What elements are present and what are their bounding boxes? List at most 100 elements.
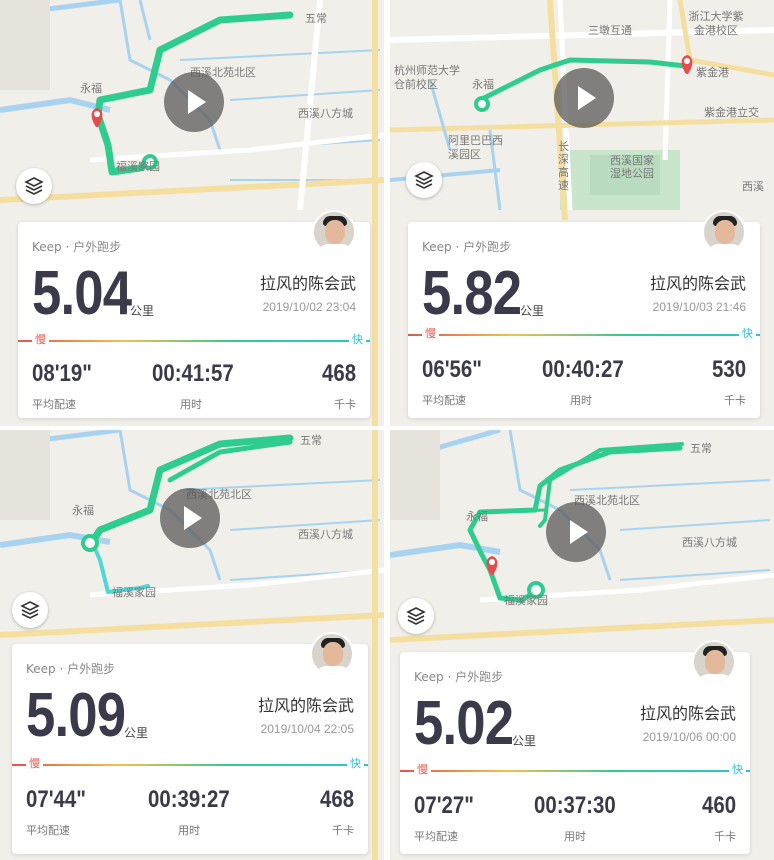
map-label-zijingang: 紫金港 [696, 66, 729, 79]
avatar[interactable] [310, 632, 354, 676]
map-label-xixi-bafang: 西溪八方城 [682, 536, 737, 549]
map-label-hznu: 杭州师范大学仓前校区 [394, 64, 460, 91]
distance-unit: 公里 [520, 304, 545, 318]
layers-icon [414, 171, 434, 189]
pace-label: 平均配速 [32, 398, 76, 411]
distance-unit: 公里 [512, 734, 537, 748]
play-route-button[interactable] [554, 68, 614, 128]
calories-label: 千卡 [724, 394, 746, 407]
map-label-wuchang: 五常 [300, 434, 322, 447]
duration-label: 用时 [180, 398, 202, 411]
pace-gradient-bar: 慢 快 [408, 325, 760, 341]
play-route-button[interactable] [160, 488, 220, 548]
pace-label: 平均配速 [414, 830, 458, 843]
username: 拉风的陈会武 [639, 704, 736, 723]
workout-card-2[interactable]: Keep · 户外跑步 5.82 公里 拉风的陈会武 2019/10/03 21… [408, 210, 760, 418]
calories-value: 468 [319, 786, 354, 813]
map-label-zju: 浙江大学紫金港校区 [688, 10, 744, 37]
fast-label: 快 [739, 325, 756, 341]
distance-value: 5.09 [26, 681, 126, 750]
pace-gradient-bar: 慢 快 [400, 761, 750, 777]
calories-label: 千卡 [714, 830, 736, 843]
play-route-button[interactable] [164, 72, 224, 132]
workout-card-3[interactable]: Keep · 户外跑步 5.09 公里 拉风的陈会武 2019/10/04 22… [12, 632, 368, 854]
avatar[interactable] [312, 210, 356, 254]
distance-value: 5.04 [32, 259, 132, 328]
map-label-yongfu-2: 永福 [472, 78, 494, 91]
map-label-wuchang: 五常 [690, 442, 712, 455]
username: 拉风的陈会武 [649, 274, 746, 293]
map-label-yongfu: 永福 [72, 504, 94, 517]
map-layers-button[interactable] [16, 168, 52, 204]
map-label-yongfu: 永福 [80, 82, 102, 95]
pace-gradient-bar: 慢 快 [18, 331, 370, 347]
workout-date: 2019/10/04 22:05 [260, 722, 354, 736]
map-label-zijingang-lijiao: 紫金港立交 [704, 106, 759, 119]
workout-date: 2019/10/02 23:04 [262, 300, 356, 314]
workout-card-4[interactable]: Keep · 户外跑步 5.02 公里 拉风的陈会武 2019/10/06 00… [400, 640, 750, 854]
map-label-xixi-bafang: 西溪八方城 [298, 528, 353, 541]
avatar[interactable] [702, 210, 746, 254]
map-label-xixi-bafang: 西溪八方城 [298, 107, 353, 120]
workout-panel-2[interactable]: 三墩互通 浙江大学紫金港校区 杭州师范大学仓前校区 永福 阿里巴巴西溪园区 长深… [390, 0, 774, 426]
pace-value: 06'56" [422, 356, 482, 383]
fast-label: 快 [349, 331, 366, 347]
slow-label: 慢 [32, 331, 49, 347]
fast-label: 快 [729, 761, 746, 777]
pace-value: 07'44" [26, 786, 86, 813]
calories-label: 千卡 [332, 824, 354, 837]
username: 拉风的陈会武 [257, 696, 354, 715]
map-label-wetland: 西溪国家湿地公园 [610, 154, 654, 180]
distance-value: 5.82 [422, 259, 522, 328]
pace-label: 平均配速 [422, 394, 466, 407]
map-layers-button[interactable] [398, 598, 434, 634]
fast-label: 快 [347, 755, 364, 771]
map-layers-button[interactable] [12, 592, 48, 628]
play-route-button[interactable] [546, 502, 606, 562]
distance-value: 5.02 [414, 689, 514, 758]
duration-label: 用时 [178, 824, 200, 837]
avatar[interactable] [692, 640, 736, 684]
workout-panel-3[interactable]: 五常 西溪北苑北区 永福 西溪八方城 福溪家园 Keep · 户外跑步 5.09… [0, 430, 384, 860]
calories-value: 460 [701, 792, 736, 819]
map-label-wuchang: 五常 [305, 12, 327, 25]
duration-value: 00:41:57 [152, 360, 234, 387]
app-brand-label: Keep · 户外跑步 [414, 670, 504, 684]
pace-gradient-bar: 慢 快 [12, 755, 368, 771]
map-layers-button[interactable] [406, 162, 442, 198]
layers-icon [20, 601, 40, 619]
pace-value: 08'19" [32, 360, 92, 387]
slow-label: 慢 [26, 755, 43, 771]
app-brand-label: Keep · 户外跑步 [26, 662, 116, 676]
layers-icon [406, 607, 426, 625]
slow-label: 慢 [422, 325, 439, 341]
map-label-xixi-jiayuan: 福溪家园 [112, 586, 156, 599]
slow-label: 慢 [414, 761, 431, 777]
map-label-xixi-jiayuan: 福溪家园 [116, 160, 160, 173]
distance-unit: 公里 [130, 304, 155, 318]
map-label-xixi-jiayuan: 福溪家园 [504, 594, 548, 607]
duration-label: 用时 [564, 830, 586, 843]
map-label-xixi: 西溪 [742, 180, 764, 193]
map-label-changshen: 长深高速 [558, 140, 569, 192]
app-brand-label: Keep · 户外跑步 [422, 240, 512, 254]
workout-date: 2019/10/03 21:46 [652, 300, 746, 314]
layers-icon [24, 177, 44, 195]
duration-value: 00:39:27 [148, 786, 230, 813]
calories-label: 千卡 [334, 398, 356, 411]
duration-label: 用时 [570, 394, 592, 407]
workout-panel-4[interactable]: 五常 西溪北苑北区 永福 西溪八方城 福溪家园 Keep · 户外跑步 5.02… [390, 430, 774, 860]
workout-panel-1[interactable]: 五常 西溪北苑北区 永福 西溪八方城 福溪家园 Keep · 户外跑步 5.04… [0, 0, 384, 426]
pace-value: 07'27" [414, 792, 474, 819]
calories-value: 468 [321, 360, 356, 387]
map-label-yongfu: 永福 [466, 510, 488, 523]
app-brand-label: Keep · 户外跑步 [32, 240, 122, 254]
calories-value: 530 [711, 356, 746, 383]
username: 拉风的陈会武 [259, 274, 356, 293]
workout-date: 2019/10/06 00:00 [642, 730, 736, 744]
pace-label: 平均配速 [26, 824, 70, 837]
map-label-sandun: 三墩互通 [588, 24, 632, 37]
duration-value: 00:40:27 [542, 356, 624, 383]
distance-unit: 公里 [124, 726, 149, 740]
workout-card-1[interactable]: Keep · 户外跑步 5.04 公里 拉风的陈会武 2019/10/02 23… [18, 210, 370, 418]
